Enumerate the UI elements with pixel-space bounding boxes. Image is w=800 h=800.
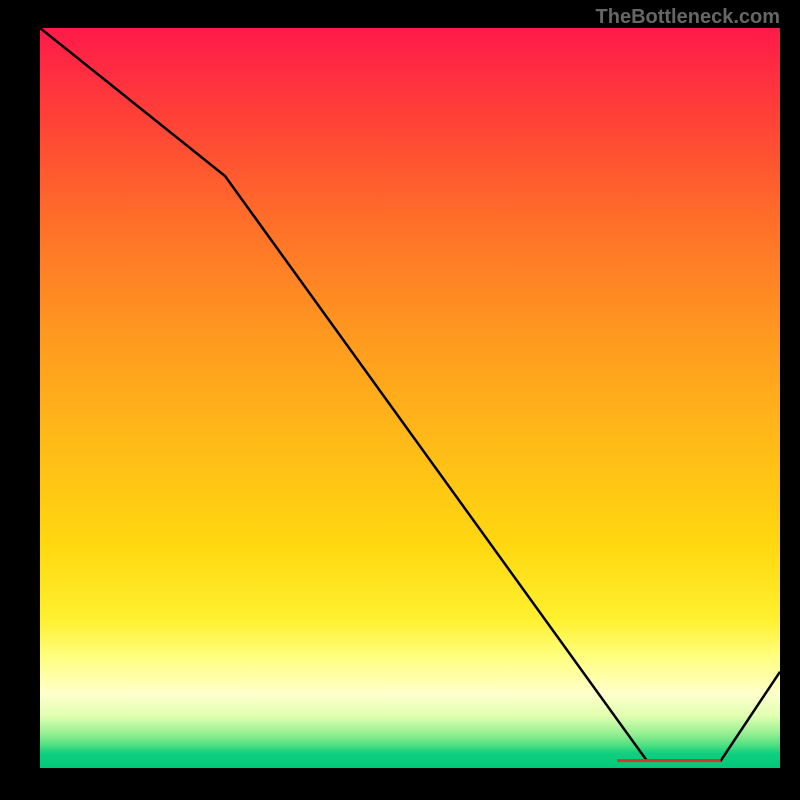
watermark-text: TheBottleneck.com: [596, 6, 780, 29]
chart-container: TheBottleneck.com: [0, 0, 800, 800]
plot-background: [40, 28, 780, 768]
